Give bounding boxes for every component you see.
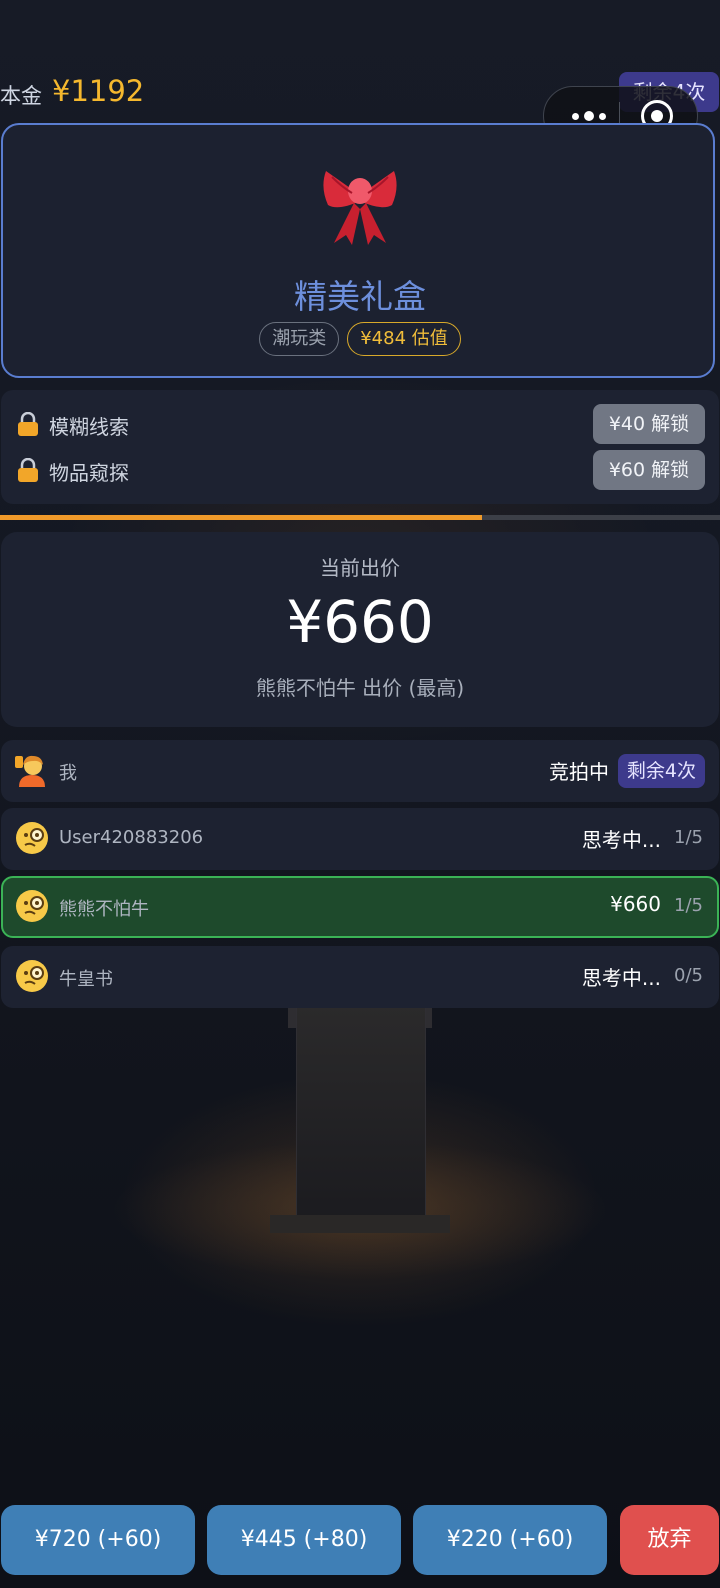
clue-label: 模糊线索 <box>49 415 129 439</box>
current-bidder: 熊熊不怕牛 出价 (最高) <box>255 676 465 700</box>
unlock-clue-button[interactable]: ¥40 解锁 <box>593 404 705 444</box>
item-tags: 潮玩类 ¥484 估值 <box>0 322 720 356</box>
player-status: 思考中... <box>581 828 661 852</box>
auction-podium <box>296 1005 426 1222</box>
ribbon-bow-icon <box>323 171 397 245</box>
capital-label: 本金 <box>0 84 42 108</box>
item-name: 精美礼盒 <box>294 277 426 316</box>
player-bid-count: 0/5 <box>674 965 703 986</box>
bid-option-button[interactable]: ¥720 (+60) <box>1 1505 195 1575</box>
clue-row: 模糊线索 ¥40 解锁 <box>1 404 719 444</box>
lock-icon <box>18 458 38 482</box>
player-row-leader: 熊熊不怕牛 ¥660 1/5 <box>1 876 719 938</box>
give-up-button[interactable]: 放弃 <box>620 1505 719 1575</box>
player-row: 牛皇书 思考中... 0/5 <box>1 946 719 1008</box>
category-tag: 潮玩类 <box>259 322 340 356</box>
bid-actions: ¥720 (+60) ¥445 (+80) ¥220 (+60) 放弃 <box>0 1505 720 1575</box>
bid-option-button[interactable]: ¥220 (+60) <box>413 1505 607 1575</box>
current-bid-label: 当前出价 <box>320 556 400 580</box>
clue-panel: 模糊线索 ¥40 解锁 物品窥探 ¥60 解锁 <box>1 390 719 504</box>
player-bid-count: 1/5 <box>674 895 703 916</box>
unlock-peek-button[interactable]: ¥60 解锁 <box>593 450 705 490</box>
player-bid-count: 1/5 <box>674 827 703 848</box>
player-name: 我 <box>59 763 77 784</box>
remaining-chip: 剩余4次 <box>617 754 705 788</box>
clue-row: 物品窥探 ¥60 解锁 <box>1 450 719 490</box>
progress-fill <box>0 515 483 520</box>
thinking-face-icon <box>16 890 48 922</box>
thinking-face-icon <box>16 960 48 992</box>
player-name: 熊熊不怕牛 <box>59 899 149 920</box>
estimate-tag: ¥484 估值 <box>347 322 461 356</box>
player-name: 牛皇书 <box>59 969 113 990</box>
user-avatar-icon <box>15 755 45 787</box>
player-status: 竞拍中 <box>549 760 609 784</box>
bid-option-button[interactable]: ¥445 (+80) <box>207 1505 401 1575</box>
player-bid-value: ¥660 <box>610 892 661 916</box>
capital-value: ¥1192 <box>52 74 145 108</box>
podium-base <box>270 1215 450 1233</box>
player-row: User420883206 思考中... 1/5 <box>1 808 719 870</box>
thinking-face-icon <box>16 822 48 854</box>
countdown-progress-bar <box>0 515 720 520</box>
lock-icon <box>18 412 38 436</box>
current-bid-value: ¥660 <box>286 588 434 656</box>
clue-label: 物品窥探 <box>49 461 129 485</box>
current-bid-card: 当前出价 ¥660 熊熊不怕牛 出价 (最高) <box>1 532 719 727</box>
player-name: User420883206 <box>59 827 204 848</box>
player-row-me: 我 竞拍中 剩余4次 <box>1 740 719 802</box>
player-status: 思考中... <box>581 966 661 990</box>
